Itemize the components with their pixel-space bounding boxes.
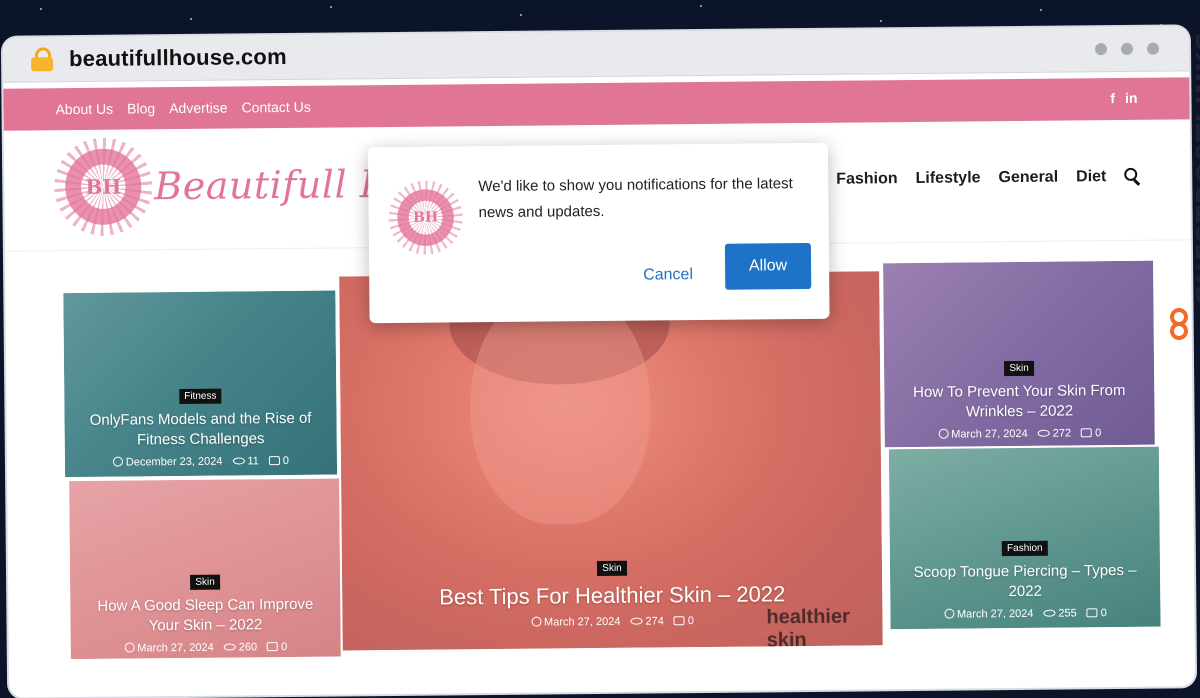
main-nav: Fashion Lifestyle General Diet: [836, 168, 1106, 189]
comment-icon: [1080, 428, 1093, 438]
post-views: 274: [645, 615, 664, 628]
address-bar[interactable]: beautifullhouse.com: [69, 44, 287, 72]
link-chain-icon: [1170, 308, 1192, 348]
browser-chrome: beautifullhouse.com: [2, 26, 1190, 83]
browser-window: beautifullhouse.com About Us Blog Advert…: [2, 26, 1196, 698]
post-views: 260: [238, 641, 258, 654]
post-date: March 27, 2024: [137, 641, 214, 655]
post-date: December 23, 2024: [125, 455, 223, 469]
allow-button[interactable]: Allow: [724, 242, 812, 290]
post-comments: 0: [282, 454, 290, 468]
notification-prompt: BH We'd like to show you notifications f…: [367, 142, 830, 324]
guestpostlinks-watermark: GUESTPOSTLINKS: [1160, 31, 1200, 368]
post-views: 255: [1058, 607, 1077, 620]
facebook-icon[interactable]: f: [1110, 90, 1115, 106]
search-icon[interactable]: [1124, 168, 1142, 186]
clock-icon: [112, 456, 123, 467]
comment-icon: [268, 456, 280, 466]
post-date: March 27, 2024: [951, 427, 1028, 441]
post-date: March 27, 2024: [956, 607, 1034, 621]
eye-icon: [1043, 609, 1056, 617]
category-badge[interactable]: Fashion: [1001, 540, 1048, 557]
post-card[interactable]: Skin How A Good Sleep Can Improve Your S…: [69, 478, 341, 660]
post-card-featured[interactable]: healthier skin Skin Best Tips For Health…: [339, 271, 883, 651]
eye-icon: [1037, 429, 1050, 437]
popup-logo-initials: BH: [412, 209, 439, 226]
comment-icon: [1086, 608, 1098, 618]
popup-logo-icon: BH: [388, 180, 463, 256]
social-links: f in: [1110, 90, 1137, 106]
top-nav: About Us Blog Advertise Contact Us: [55, 99, 310, 117]
comment-icon: [673, 616, 685, 626]
post-card[interactable]: Skin How To Prevent Your Skin From Wrink…: [883, 260, 1155, 448]
post-title[interactable]: How To Prevent Your Skin From Wrinkles –…: [884, 381, 1154, 424]
post-title[interactable]: Scoop Tongue Piercing – Types – 2022: [890, 561, 1160, 604]
post-title[interactable]: Best Tips For Healthier Skin – 2022: [342, 579, 882, 612]
lock-icon: [31, 47, 54, 72]
nav-general[interactable]: General: [998, 169, 1058, 188]
clock-icon: [124, 642, 135, 653]
category-badge[interactable]: Fitness: [179, 388, 222, 405]
category-badge[interactable]: Skin: [1004, 360, 1034, 377]
site-header: BH Beautifull House Fashion Lifestyle Ge…: [3, 119, 1191, 324]
window-dot-icon[interactable]: [1094, 43, 1108, 56]
logo-initials: BH: [85, 174, 122, 199]
window-controls: [1094, 42, 1160, 56]
category-badge[interactable]: Skin: [190, 574, 220, 590]
post-date: March 27, 2024: [543, 615, 621, 629]
nav-fashion[interactable]: Fashion: [836, 170, 898, 189]
eye-icon: [630, 617, 643, 625]
notification-message: We'd like to show you notifications for …: [478, 175, 793, 222]
top-nav-blog[interactable]: Blog: [127, 100, 155, 116]
clock-icon: [943, 608, 955, 619]
post-comments: 0: [1100, 607, 1107, 620]
post-card[interactable]: Fashion Scoop Tongue Piercing – Types – …: [888, 446, 1161, 630]
category-badge[interactable]: Skin: [597, 560, 627, 577]
window-dot-icon[interactable]: [1120, 42, 1134, 55]
post-card[interactable]: Fitness OnlyFans Models and the Rise of …: [63, 290, 338, 478]
clock-icon: [530, 616, 542, 627]
post-comments: 0: [1094, 427, 1102, 440]
top-nav-contact[interactable]: Contact Us: [241, 99, 310, 116]
top-nav-advertise[interactable]: Advertise: [169, 100, 228, 117]
clock-icon: [938, 428, 949, 439]
post-title[interactable]: OnlyFans Models and the Rise of Fitness …: [64, 409, 336, 452]
eye-icon: [223, 643, 236, 651]
window-dot-icon[interactable]: [1146, 42, 1160, 55]
watermark-text: GUESTPOSTLINKS: [1192, 30, 1200, 306]
linkedin-icon[interactable]: in: [1125, 90, 1138, 106]
cancel-button[interactable]: Cancel: [639, 260, 697, 291]
top-nav-about[interactable]: About Us: [55, 101, 113, 118]
post-title[interactable]: How A Good Sleep Can Improve Your Skin –…: [70, 594, 340, 637]
nav-diet[interactable]: Diet: [1076, 168, 1106, 186]
nav-lifestyle[interactable]: Lifestyle: [916, 169, 981, 188]
comment-icon: [267, 642, 279, 652]
post-views: 11: [247, 455, 259, 468]
eye-icon: [232, 457, 245, 465]
post-comments: 0: [687, 615, 695, 628]
post-comments: 0: [280, 641, 288, 654]
logo-emblem-icon: BH: [53, 137, 153, 237]
post-views: 272: [1052, 427, 1072, 440]
